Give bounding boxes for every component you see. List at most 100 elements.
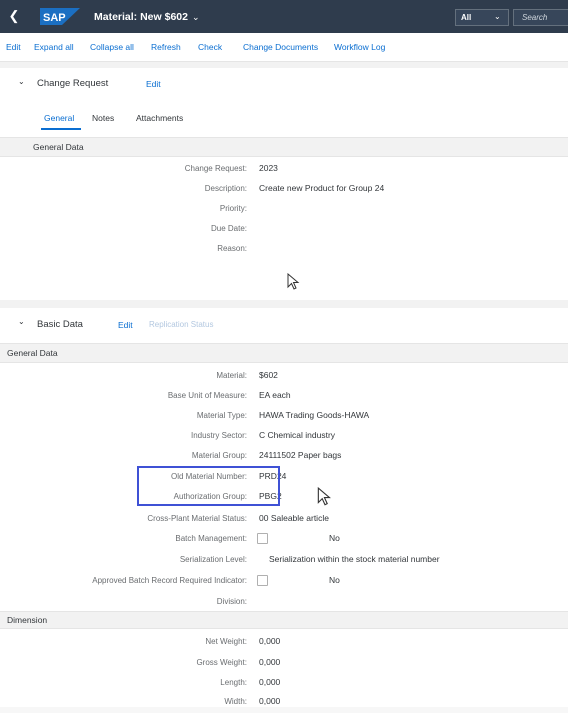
- toolbar-refresh-button[interactable]: Refresh: [151, 42, 181, 52]
- field-label: Cross-Plant Material Status:: [147, 514, 247, 523]
- field-value: $602: [259, 370, 278, 380]
- approved-batch-record-checkbox[interactable]: [257, 575, 268, 586]
- tab-notes[interactable]: Notes: [92, 113, 114, 123]
- group-title-text: Dimension: [7, 615, 48, 625]
- field-label: Batch Management:: [175, 534, 247, 543]
- field-row: Description: Create new Product for Grou…: [0, 180, 568, 200]
- replication-status-link[interactable]: Replication Status: [149, 320, 213, 329]
- group-title-text: General Data: [7, 348, 58, 358]
- field-row: Material: $602: [0, 367, 568, 387]
- basic-data-header[interactable]: ⌄ Basic Data Edit Replication Status: [0, 308, 568, 338]
- field-value: Create new Product for Group 24: [259, 183, 385, 193]
- field-label: Due Date:: [210, 224, 247, 233]
- app-title[interactable]: Material: New $602 ⌄: [94, 11, 200, 23]
- field-value: 2023: [259, 163, 278, 173]
- batch-management-checkbox[interactable]: [257, 533, 268, 544]
- chevron-down-icon: ⌄: [191, 12, 200, 22]
- collapse-chevron-icon[interactable]: ⌄: [18, 317, 25, 326]
- field-label: Net Weight:: [205, 637, 247, 646]
- chevron-down-icon: ⌄: [494, 12, 501, 21]
- change-request-header[interactable]: ⌄ Change Request Edit: [0, 68, 568, 98]
- field-label: Change Request:: [184, 164, 247, 173]
- field-label: Gross Weight:: [196, 658, 247, 667]
- field-row: Approved Batch Record Required Indicator…: [0, 572, 568, 592]
- field-value: Serialization within the stock material …: [269, 554, 440, 564]
- field-value: 00 Saleable article: [259, 513, 329, 523]
- section-gap: [0, 300, 568, 308]
- field-label: Material Group:: [191, 451, 247, 460]
- toolbar-edit-button[interactable]: Edit: [6, 42, 21, 52]
- field-row: Priority:: [0, 200, 568, 220]
- basic-data-edit-button[interactable]: Edit: [118, 320, 133, 330]
- field-value: No: [329, 533, 340, 543]
- search-scope-select[interactable]: All ⌄: [455, 9, 509, 26]
- field-value: EA each: [259, 390, 291, 400]
- general-data-group-title: General Data: [0, 137, 568, 157]
- field-row: Cross-Plant Material Status: 00 Saleable…: [0, 510, 568, 530]
- field-label: Serialization Level:: [179, 555, 247, 564]
- back-icon[interactable]: ❮: [6, 8, 22, 24]
- field-label: Base Unit of Measure:: [167, 391, 247, 400]
- field-label: Division:: [216, 597, 247, 606]
- dimension-group-title: Dimension: [0, 611, 568, 629]
- field-value: No: [329, 575, 340, 585]
- svg-text:SAP: SAP: [43, 12, 66, 24]
- field-value: 0,000: [259, 636, 281, 646]
- shell-bar: ❮ SAP Material: New $602 ⌄ All ⌄ Search: [0, 0, 568, 33]
- field-row: Net Weight: 0,000: [0, 633, 568, 653]
- field-value: 0,000: [259, 696, 281, 706]
- toolbar-change-documents-button[interactable]: Change Documents: [243, 42, 318, 52]
- highlight-box: [137, 466, 280, 506]
- tab-general[interactable]: General: [44, 113, 74, 123]
- field-value: 0,000: [259, 677, 281, 687]
- field-label: Priority:: [219, 204, 247, 213]
- field-label: Description:: [204, 184, 247, 193]
- field-row: Due Date:: [0, 220, 568, 240]
- field-label: Material:: [216, 371, 247, 380]
- toolbar: Edit Expand all Collapse all Refresh Che…: [0, 33, 568, 62]
- field-label: Approved Batch Record Required Indicator…: [92, 576, 247, 585]
- change-request-section: ⌄ Change Request Edit General Notes Atta…: [0, 68, 568, 300]
- field-value: 24111502 Paper bags: [259, 450, 342, 460]
- mouse-cursor-icon: [317, 487, 331, 506]
- field-row: Base Unit of Measure: EA each: [0, 387, 568, 407]
- active-tab-indicator: [41, 128, 81, 130]
- field-row: Industry Sector: C Chemical industry: [0, 427, 568, 447]
- toolbar-check-button[interactable]: Check: [198, 42, 222, 52]
- section-title: Change Request: [37, 78, 109, 89]
- field-row: Reason:: [0, 240, 568, 260]
- field-row: Change Request: 2023: [0, 160, 568, 180]
- field-row: Length: 0,000: [0, 674, 568, 694]
- field-row: Old Material Number: PRD24: [0, 468, 568, 488]
- collapse-chevron-icon[interactable]: ⌄: [18, 77, 25, 86]
- change-request-tabs: General Notes Attachments: [0, 104, 568, 134]
- field-label: Length:: [220, 678, 247, 687]
- field-row: Gross Weight: 0,000: [0, 654, 568, 674]
- field-value: 0,000: [259, 657, 281, 667]
- general-data-group-title: General Data: [0, 343, 568, 363]
- field-label: Width:: [224, 697, 247, 706]
- toolbar-expand-all-button[interactable]: Expand all: [34, 42, 74, 52]
- field-row: Division:: [0, 593, 568, 613]
- field-label: Reason:: [217, 244, 247, 253]
- field-row: Material Type: HAWA Trading Goods-HAWA: [0, 407, 568, 427]
- field-row: Batch Management: No: [0, 530, 568, 550]
- field-row: Width: 0,000: [0, 693, 568, 713]
- toolbar-collapse-all-button[interactable]: Collapse all: [90, 42, 134, 52]
- app-title-text: Material: New $602: [94, 11, 188, 23]
- toolbar-workflow-log-button[interactable]: Workflow Log: [334, 42, 385, 52]
- field-value: HAWA Trading Goods-HAWA: [259, 410, 370, 420]
- search-placeholder: Search: [522, 13, 548, 22]
- field-row: Material Group: 24111502 Paper bags: [0, 447, 568, 467]
- search-input[interactable]: Search: [513, 9, 568, 26]
- change-request-edit-button[interactable]: Edit: [146, 79, 161, 89]
- field-row: Serialization Level: Serialization withi…: [0, 551, 568, 571]
- tab-attachments[interactable]: Attachments: [136, 113, 183, 123]
- field-row: Authorization Group: PBG2: [0, 488, 568, 508]
- field-label: Industry Sector:: [190, 431, 247, 440]
- field-value: C Chemical industry: [259, 430, 336, 440]
- search-scope-value: All: [461, 13, 472, 22]
- field-label: Material Type:: [196, 411, 247, 420]
- group-title-text: General Data: [33, 142, 84, 152]
- sap-logo[interactable]: SAP: [40, 8, 80, 25]
